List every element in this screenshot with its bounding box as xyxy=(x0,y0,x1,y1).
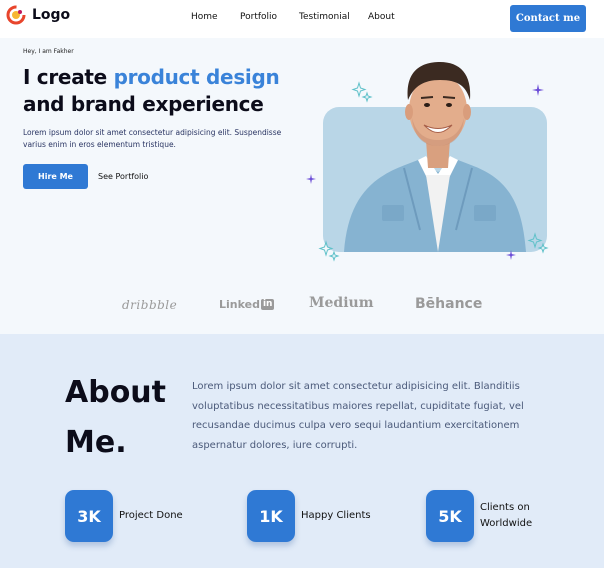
hero-portrait xyxy=(344,62,526,252)
sparkle-icon xyxy=(318,240,340,262)
stat-label: Project Done xyxy=(119,510,183,521)
sparkle-icon xyxy=(351,81,373,103)
sparkle-icon xyxy=(306,174,316,184)
about-title-line2: Me. xyxy=(65,425,127,460)
linkedin-word: Linked xyxy=(219,298,260,311)
sparkle-icon xyxy=(506,250,516,260)
sparkle-icon xyxy=(527,232,549,254)
stat-value: 1K xyxy=(247,490,295,542)
stat-clients: 1K Happy Clients xyxy=(247,490,381,542)
brand-medium: Medium xyxy=(309,295,374,311)
stat-value: 5K xyxy=(426,490,474,542)
about-title-line1: About xyxy=(65,375,167,410)
about-text: Lorem ipsum dolor sit amet consectetur a… xyxy=(192,381,524,451)
stat-projects: 3K Project Done xyxy=(65,490,199,542)
brand-logos: dribbble Linked in Medium Bēhance xyxy=(0,290,604,320)
sparkle-icon xyxy=(532,84,544,96)
brand-dribbble: dribbble xyxy=(122,298,178,312)
linkedin-box: in xyxy=(260,299,275,310)
about-title: About Me. xyxy=(65,368,166,468)
brand-behance: Bēhance xyxy=(415,296,483,312)
stat-label: Happy Clients xyxy=(301,510,371,521)
brand-linkedin: Linked in xyxy=(219,298,275,311)
stat-label: Clients on Worldwide xyxy=(480,502,533,529)
stat-value: 3K xyxy=(65,490,113,542)
stat-worldwide: 5K Clients on Worldwide xyxy=(426,490,560,542)
